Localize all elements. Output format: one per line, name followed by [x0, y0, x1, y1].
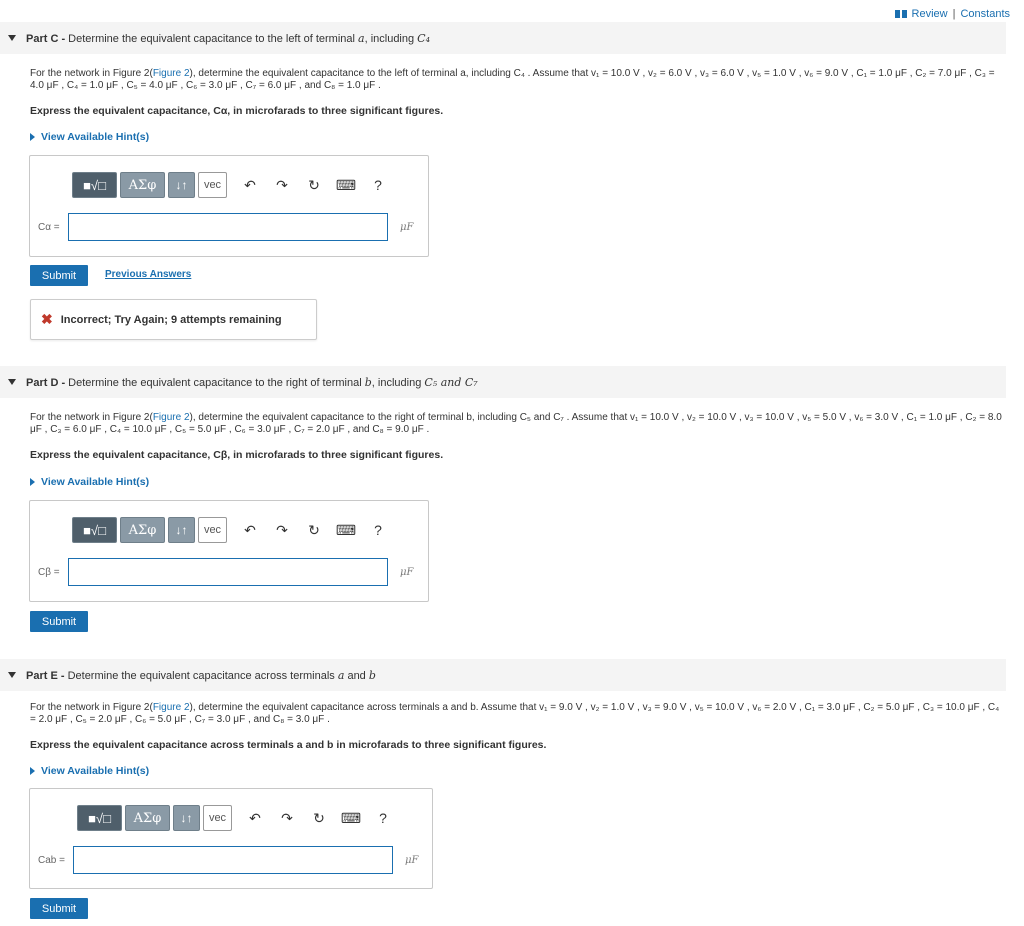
- part-e-math-toolbar: ■√□ ΑΣφ ↓↑ vec ↶ ↷ ↻ ⌨ ?: [77, 805, 395, 831]
- book-icon: [894, 10, 907, 18]
- subscript-superscript-button[interactable]: ↓↑: [168, 172, 195, 198]
- part-d-unit: μF: [400, 567, 414, 578]
- part-c-unit: μF: [400, 222, 414, 233]
- reset-icon[interactable]: ↻: [302, 518, 326, 542]
- expand-triangle-icon: [30, 133, 35, 141]
- templates-button[interactable]: ■√□: [77, 805, 122, 831]
- part-e-title: Part E - Determine the equivalent capaci…: [26, 668, 376, 682]
- part-d-instruction: Express the equivalent capacitance, Cβ, …: [30, 449, 444, 461]
- incorrect-x-icon: ✖: [41, 311, 53, 327]
- part-e-unit: μF: [405, 855, 419, 866]
- redo-icon[interactable]: ↷: [275, 806, 299, 830]
- part-e-description: For the network in Figure 2(Figure 2), d…: [30, 702, 1000, 725]
- part-d-variable-label: Cβ =: [38, 567, 60, 578]
- part-c-hint-toggle[interactable]: View Available Hint(s): [30, 131, 149, 143]
- feedback-message: Incorrect; Try Again; 9 attempts remaini…: [60, 313, 282, 326]
- expand-triangle-icon: [30, 767, 35, 775]
- undo-icon[interactable]: ↶: [243, 806, 267, 830]
- help-icon[interactable]: ?: [371, 806, 395, 830]
- reset-icon[interactable]: ↻: [302, 173, 326, 197]
- part-c-description: For the network in Figure 2(Figure 2), d…: [30, 68, 995, 91]
- part-d-math-toolbar: ■√□ ΑΣφ ↓↑ vec ↶ ↷ ↻ ⌨ ?: [72, 517, 390, 543]
- subscript-superscript-button[interactable]: ↓↑: [173, 805, 200, 831]
- part-d-description: For the network in Figure 2(Figure 2), d…: [30, 412, 1002, 435]
- previous-answers-link[interactable]: Previous Answers: [105, 269, 191, 280]
- reset-icon[interactable]: ↻: [307, 806, 331, 830]
- redo-icon[interactable]: ↷: [270, 173, 294, 197]
- greek-symbols-button[interactable]: ΑΣφ: [125, 805, 170, 831]
- review-link[interactable]: Review: [912, 8, 948, 20]
- part-d-title: Part D - Determine the equivalent capaci…: [26, 375, 478, 389]
- part-d-header[interactable]: Part D - Determine the equivalent capaci…: [0, 366, 1006, 398]
- separator: |: [952, 8, 956, 20]
- part-e-variable-label: Cab =: [38, 855, 65, 866]
- templates-button[interactable]: ■√□: [72, 172, 117, 198]
- vector-button[interactable]: vec: [203, 805, 232, 831]
- redo-icon[interactable]: ↷: [270, 518, 294, 542]
- incorrect-feedback: ✖ Incorrect; Try Again; 9 attempts remai…: [30, 299, 317, 340]
- vector-button[interactable]: vec: [198, 517, 227, 543]
- part-d-answer-input[interactable]: [68, 558, 388, 586]
- part-d-answer-box: [29, 500, 429, 602]
- keyboard-icon[interactable]: ⌨: [334, 518, 358, 542]
- review-constants-bar: Review | Constants: [894, 8, 1010, 20]
- expand-triangle-icon: [30, 478, 35, 486]
- part-c-instruction: Express the equivalent capacitance, Cα, …: [30, 105, 444, 117]
- part-c-answer-input[interactable]: [68, 213, 388, 241]
- undo-icon[interactable]: ↶: [238, 173, 262, 197]
- greek-symbols-button[interactable]: ΑΣφ: [120, 172, 165, 198]
- part-d-submit-button[interactable]: Submit: [30, 611, 88, 632]
- part-c-answer-box: [29, 155, 429, 257]
- part-c-header[interactable]: Part C - Determine the equivalent capaci…: [0, 22, 1006, 54]
- vector-button[interactable]: vec: [198, 172, 227, 198]
- part-c-submit-button[interactable]: Submit: [30, 265, 88, 286]
- greek-symbols-button[interactable]: ΑΣφ: [120, 517, 165, 543]
- part-e-answer-input[interactable]: [73, 846, 393, 874]
- collapse-triangle-icon[interactable]: [8, 379, 16, 385]
- figure-2-link[interactable]: Figure 2: [153, 702, 190, 713]
- figure-2-link[interactable]: Figure 2: [153, 412, 190, 423]
- keyboard-icon[interactable]: ⌨: [334, 173, 358, 197]
- constants-link[interactable]: Constants: [960, 8, 1010, 20]
- subscript-superscript-button[interactable]: ↓↑: [168, 517, 195, 543]
- part-e-hint-toggle[interactable]: View Available Hint(s): [30, 765, 149, 777]
- help-icon[interactable]: ?: [366, 518, 390, 542]
- part-c-math-toolbar: ■√□ ΑΣφ ↓↑ vec ↶ ↷ ↻ ⌨ ?: [72, 172, 390, 198]
- part-c-variable-label: Cα =: [38, 222, 60, 233]
- part-e-header[interactable]: Part E - Determine the equivalent capaci…: [0, 659, 1006, 691]
- part-e-submit-button[interactable]: Submit: [30, 898, 88, 919]
- keyboard-icon[interactable]: ⌨: [339, 806, 363, 830]
- templates-button[interactable]: ■√□: [72, 517, 117, 543]
- collapse-triangle-icon[interactable]: [8, 672, 16, 678]
- part-d-hint-toggle[interactable]: View Available Hint(s): [30, 476, 149, 488]
- figure-2-link[interactable]: Figure 2: [153, 68, 190, 79]
- help-icon[interactable]: ?: [366, 173, 390, 197]
- undo-icon[interactable]: ↶: [238, 518, 262, 542]
- part-e-instruction: Express the equivalent capacitance acros…: [30, 739, 547, 751]
- part-c-title: Part C - Determine the equivalent capaci…: [26, 31, 430, 45]
- collapse-triangle-icon[interactable]: [8, 35, 16, 41]
